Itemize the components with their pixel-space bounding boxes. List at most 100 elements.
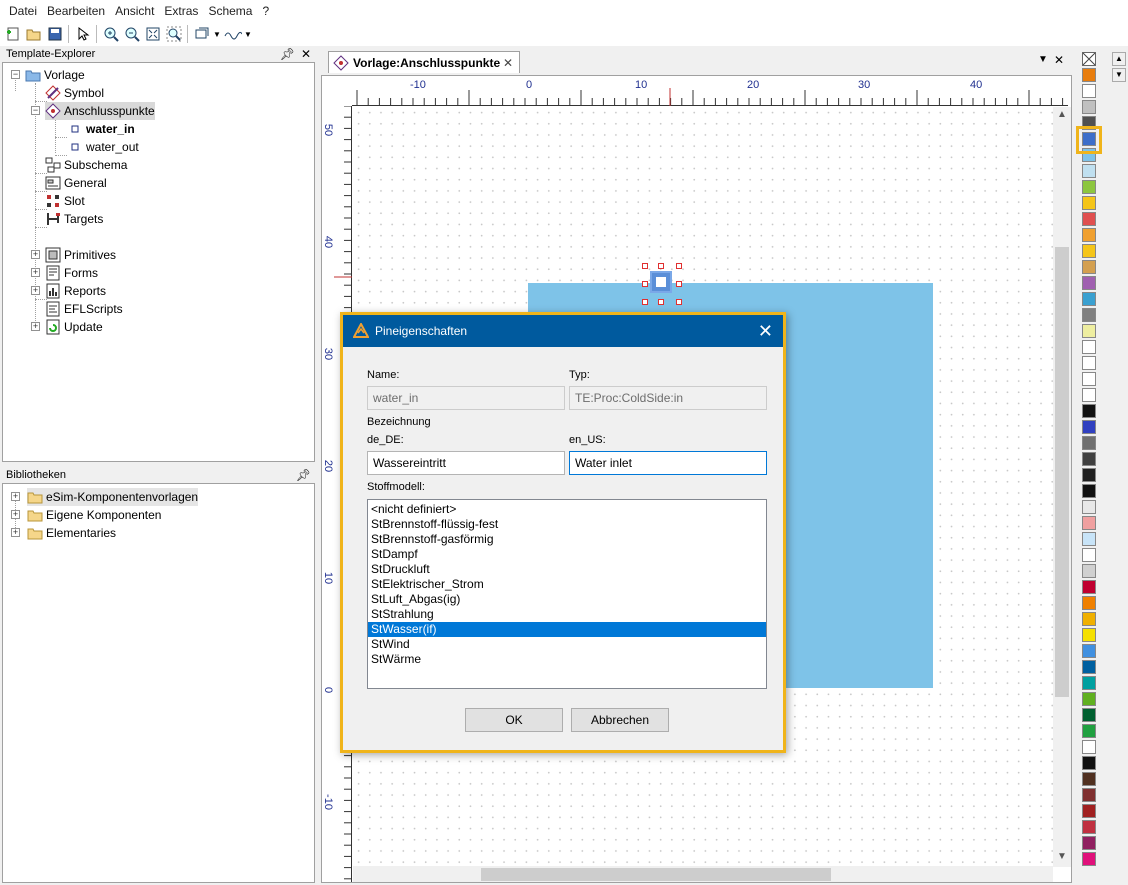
- pin-icon[interactable]: 📌︎: [296, 468, 311, 482]
- vertical-scrollbar[interactable]: ▲ ▼: [1053, 107, 1071, 867]
- color-swatch[interactable]: [1082, 564, 1096, 578]
- collapse-icon[interactable]: −: [11, 70, 20, 79]
- menu-schema[interactable]: Schema: [203, 4, 257, 18]
- color-swatch[interactable]: [1082, 420, 1096, 434]
- menu-datei[interactable]: Datei: [4, 4, 42, 18]
- expand-icon[interactable]: +: [11, 492, 20, 501]
- color-swatch[interactable]: [1082, 68, 1096, 82]
- color-swatch[interactable]: [1082, 180, 1096, 194]
- selection-handle[interactable]: [642, 263, 648, 269]
- new-icon[interactable]: [2, 24, 23, 44]
- color-swatch[interactable]: [1082, 388, 1096, 402]
- color-swatch[interactable]: [1082, 708, 1096, 722]
- cancel-button[interactable]: Abbrechen: [571, 708, 669, 732]
- pin-water-in[interactable]: [650, 271, 672, 293]
- color-swatch[interactable]: [1082, 356, 1096, 370]
- color-swatch[interactable]: [1082, 532, 1096, 546]
- selection-handle[interactable]: [642, 281, 648, 287]
- color-swatch[interactable]: [1082, 308, 1096, 322]
- layout-icon[interactable]: [191, 24, 212, 44]
- zoom-in-icon[interactable]: [100, 24, 121, 44]
- color-swatch[interactable]: [1082, 788, 1096, 802]
- expand-icon[interactable]: +: [31, 268, 40, 277]
- list-item[interactable]: StWärme: [368, 652, 766, 667]
- color-swatch[interactable]: [1082, 260, 1096, 274]
- palette-scroll-down-icon[interactable]: ▼: [1112, 68, 1126, 82]
- library-item-eigene[interactable]: Eigene Komponenten: [27, 506, 161, 524]
- list-item[interactable]: StBrennstoff-flüssig-fest: [368, 517, 766, 532]
- tree-item-reports[interactable]: Reports: [45, 282, 106, 300]
- expand-icon[interactable]: +: [31, 322, 40, 331]
- list-item[interactable]: StStrahlung: [368, 607, 766, 622]
- color-swatch[interactable]: [1082, 196, 1096, 210]
- color-swatch[interactable]: [1082, 436, 1096, 450]
- selection-handle[interactable]: [658, 263, 664, 269]
- color-swatch[interactable]: [1082, 548, 1096, 562]
- selection-handle[interactable]: [658, 299, 664, 305]
- expand-icon[interactable]: +: [11, 510, 20, 519]
- color-swatch[interactable]: [1082, 772, 1096, 786]
- color-swatch[interactable]: [1082, 580, 1096, 594]
- color-swatch[interactable]: [1082, 228, 1096, 242]
- list-item[interactable]: StWind: [368, 637, 766, 652]
- color-swatch[interactable]: [1082, 500, 1096, 514]
- connection-icon[interactable]: [222, 24, 243, 44]
- tab-list-dropdown-icon[interactable]: ▼: [1038, 54, 1048, 65]
- name-field[interactable]: [367, 386, 565, 410]
- tree-item-water-in[interactable]: water_in: [67, 120, 135, 138]
- color-swatch[interactable]: [1082, 164, 1096, 178]
- scroll-up-icon[interactable]: ▲: [1057, 109, 1067, 120]
- color-swatch[interactable]: [1082, 596, 1096, 610]
- layout-dropdown-icon[interactable]: ▼: [212, 24, 222, 44]
- scroll-down-icon[interactable]: ▼: [1057, 851, 1067, 862]
- color-swatch[interactable]: [1082, 468, 1096, 482]
- color-swatch[interactable]: [1082, 292, 1096, 306]
- open-icon[interactable]: [23, 24, 44, 44]
- color-swatch[interactable]: [1082, 612, 1096, 626]
- list-item[interactable]: StDruckluft: [368, 562, 766, 577]
- tree-item-forms[interactable]: Forms: [45, 264, 98, 282]
- color-swatch[interactable]: [1082, 84, 1096, 98]
- color-swatch[interactable]: [1082, 244, 1096, 258]
- color-swatch[interactable]: [1082, 372, 1096, 386]
- menu-extras[interactable]: Extras: [159, 4, 203, 18]
- close-icon[interactable]: ✕: [301, 47, 311, 61]
- scrollbar-thumb[interactable]: [481, 868, 831, 881]
- color-swatch[interactable]: [1082, 100, 1096, 114]
- color-swatch[interactable]: [1082, 644, 1096, 658]
- color-swatch[interactable]: [1082, 340, 1096, 354]
- tree-item-water-out[interactable]: water_out: [67, 138, 139, 156]
- zoom-fit-icon[interactable]: [142, 24, 163, 44]
- list-item[interactable]: StBrennstoff-gasförmig: [368, 532, 766, 547]
- connection-dropdown-icon[interactable]: ▼: [243, 24, 253, 44]
- tree-item-symbol[interactable]: Symbol: [45, 84, 104, 102]
- ok-button[interactable]: OK: [465, 708, 563, 732]
- list-item[interactable]: StDampf: [368, 547, 766, 562]
- menu-help[interactable]: ?: [257, 4, 274, 18]
- selection-handle[interactable]: [676, 281, 682, 287]
- close-icon[interactable]: ✕: [758, 321, 773, 342]
- tree-item-vorlage[interactable]: Vorlage: [25, 66, 85, 84]
- tree-item-general[interactable]: General: [45, 174, 107, 192]
- tree-item-anschlusspunkte[interactable]: Anschlusspunkte: [45, 102, 155, 120]
- collapse-icon[interactable]: −: [31, 106, 40, 115]
- color-swatch[interactable]: [1082, 660, 1096, 674]
- selection-handle[interactable]: [642, 299, 648, 305]
- de-de-field[interactable]: [367, 451, 565, 475]
- close-tab-icon[interactable]: ✕: [503, 56, 513, 70]
- color-swatch[interactable]: [1082, 740, 1096, 754]
- color-swatch[interactable]: [1082, 804, 1096, 818]
- color-swatch[interactable]: [1082, 516, 1096, 530]
- zoom-out-icon[interactable]: [121, 24, 142, 44]
- list-item[interactable]: <nicht definiert>: [368, 502, 766, 517]
- tab-vorlage-anschlusspunkte[interactable]: Vorlage:Anschlusspunkte ✕: [328, 51, 520, 73]
- menu-ansicht[interactable]: Ansicht: [110, 4, 159, 18]
- library-item-elementaries[interactable]: Elementaries: [27, 524, 116, 542]
- color-swatch[interactable]: [1082, 724, 1096, 738]
- color-swatch[interactable]: [1082, 212, 1096, 226]
- tree-item-eflscripts[interactable]: EFLScripts: [45, 300, 123, 318]
- horizontal-scrollbar[interactable]: [353, 866, 1053, 882]
- zoom-window-icon[interactable]: [163, 24, 184, 44]
- expand-icon[interactable]: +: [31, 286, 40, 295]
- expand-icon[interactable]: +: [31, 250, 40, 259]
